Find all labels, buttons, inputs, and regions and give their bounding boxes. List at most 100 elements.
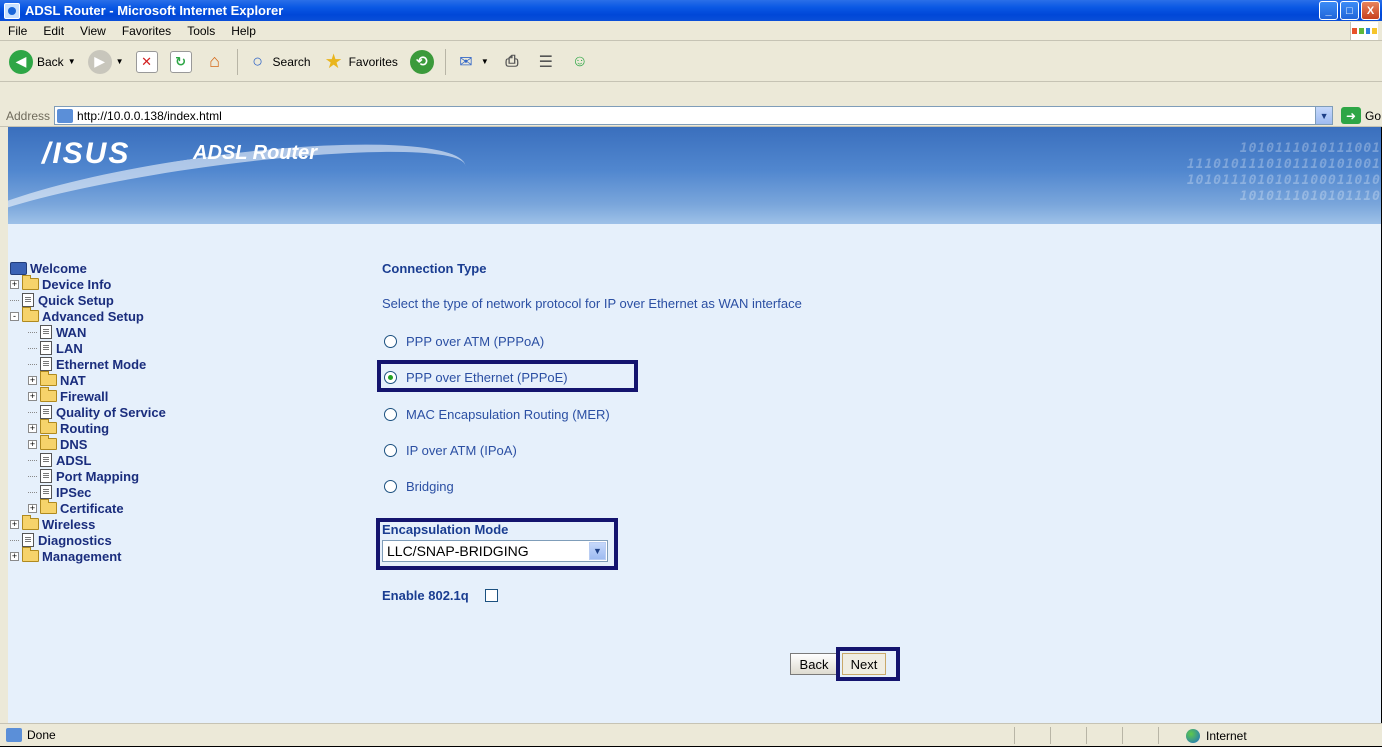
sidebar-item-ipsec[interactable]: IPSec — [8, 484, 348, 500]
menu-help[interactable]: Help — [223, 24, 264, 38]
go-button[interactable]: ➜ Go — [1341, 107, 1381, 124]
status-divider — [1158, 727, 1159, 744]
sidebar-item-label: Diagnostics — [38, 532, 112, 548]
history-icon: ⟲ — [409, 49, 434, 74]
sidebar-item-adsl[interactable]: ADSL — [8, 452, 348, 468]
tree-connector — [28, 363, 37, 365]
enable-8021q-checkbox[interactable] — [484, 589, 498, 602]
document-icon — [40, 469, 52, 483]
radio-pppoa[interactable] — [384, 335, 397, 348]
sidebar-item-wan[interactable]: WAN — [8, 324, 348, 340]
expand-icon[interactable]: + — [28, 423, 37, 433]
sidebar-item-label: Wireless — [42, 516, 96, 532]
radio-ipoa[interactable] — [384, 444, 397, 457]
sidebar-item-diagnostics[interactable]: Diagnostics — [8, 532, 348, 548]
menu-favorites[interactable]: Favorites — [114, 24, 179, 38]
expand-icon[interactable]: + — [28, 503, 37, 513]
sidebar-item-lan[interactable]: LAN — [8, 340, 348, 356]
favorites-button[interactable]: ★ Favorites — [320, 47, 401, 77]
edit-button[interactable]: ☰ — [532, 47, 560, 77]
collapse-icon[interactable]: - — [10, 311, 19, 321]
folder-icon — [22, 547, 39, 562]
window-title: ADSL Router - Microsoft Internet Explore… — [25, 3, 284, 18]
expand-icon[interactable]: + — [10, 519, 19, 529]
stop-button[interactable]: ✕ — [133, 47, 161, 77]
next-button[interactable]: Next — [842, 653, 886, 675]
expand-icon[interactable]: + — [28, 439, 37, 449]
history-button[interactable]: ⟲ — [407, 47, 437, 77]
radio-pppoe[interactable] — [384, 371, 397, 384]
forward-button[interactable]: ▶ ▼ — [85, 47, 127, 77]
search-button[interactable]: ○ Search — [244, 47, 314, 77]
sidebar-item-wireless[interactable]: + Wireless — [8, 515, 348, 532]
sidebar-item-certificate[interactable]: + Certificate — [8, 499, 348, 516]
back-form-button[interactable]: Back — [790, 653, 838, 675]
encapsulation-mode-select[interactable]: LLC/SNAP-BRIDGING ▼ — [382, 540, 608, 562]
expand-icon[interactable]: + — [28, 391, 37, 401]
minimize-button[interactable]: _ — [1319, 1, 1338, 20]
ie-page-icon — [4, 2, 20, 19]
menu-tools[interactable]: Tools — [179, 24, 223, 38]
radio-bridging[interactable] — [384, 480, 397, 493]
option-ipoa[interactable]: IP over ATM (IPoA) — [384, 443, 517, 458]
sidebar-item-ethernet-mode[interactable]: Ethernet Mode — [8, 356, 348, 372]
print-button[interactable]: ⎙ — [498, 47, 526, 77]
messenger-button[interactable]: ☺ — [566, 47, 594, 77]
encapsulation-mode-value: LLC/SNAP-BRIDGING — [387, 543, 529, 559]
status-bar: Done Internet — [0, 723, 1382, 746]
back-button[interactable]: ◀ Back ▼ — [6, 47, 79, 77]
sidebar-item-port-mapping[interactable]: Port Mapping — [8, 468, 348, 484]
mail-dropdown-icon[interactable]: ▼ — [481, 57, 489, 66]
sidebar-item-welcome[interactable]: Welcome — [8, 260, 348, 276]
sidebar-item-management[interactable]: + Management — [8, 547, 348, 564]
address-input[interactable]: http://10.0.0.138/index.html ▼ — [54, 106, 1334, 125]
folder-icon — [40, 387, 57, 402]
mail-button[interactable]: ✉ ▼ — [452, 47, 492, 77]
maximize-button[interactable]: □ — [1340, 1, 1359, 20]
title-bar: ADSL Router - Microsoft Internet Explore… — [0, 0, 1382, 21]
forward-dropdown-icon[interactable]: ▼ — [116, 57, 124, 66]
expand-icon[interactable]: + — [28, 375, 37, 385]
close-button[interactable]: X — [1361, 1, 1380, 20]
address-dropdown-icon[interactable]: ▼ — [1315, 107, 1333, 124]
folder-open-icon — [22, 307, 39, 322]
sidebar-item-quick-setup[interactable]: Quick Setup — [8, 292, 348, 308]
radio-mer[interactable] — [384, 408, 397, 421]
print-icon: ⎙ — [505, 52, 519, 70]
sidebar-item-advanced-setup[interactable]: - Advanced Setup — [8, 307, 348, 324]
sidebar-item-label: DNS — [60, 436, 88, 452]
sidebar-item-device-info[interactable]: + Device Info — [8, 275, 348, 292]
expand-icon[interactable]: + — [10, 279, 19, 289]
home-button[interactable]: ⌂ — [201, 47, 229, 77]
sidebar-item-label: Advanced Setup — [42, 308, 144, 324]
chevron-down-icon[interactable]: ▼ — [589, 542, 606, 560]
option-pppoa-label: PPP over ATM (PPPoA) — [406, 334, 545, 349]
sidebar-item-quality-of-service[interactable]: Quality of Service — [8, 404, 348, 420]
expand-icon[interactable]: + — [10, 551, 19, 561]
folder-icon — [22, 515, 39, 530]
option-bridging[interactable]: Bridging — [384, 479, 454, 494]
option-mer[interactable]: MAC Encapsulation Routing (MER) — [384, 407, 610, 422]
refresh-button[interactable]: ↻ — [167, 47, 195, 77]
banner-product-name: ADSL Router — [193, 142, 318, 164]
option-mer-label: MAC Encapsulation Routing (MER) — [406, 407, 610, 422]
zone-label: Internet — [1206, 728, 1247, 743]
sidebar-item-firewall[interactable]: + Firewall — [8, 387, 348, 404]
sidebar-item-label: Quality of Service — [56, 404, 166, 420]
binary-pattern: 1010111010101100011010 — [1186, 173, 1381, 188]
tree-connector — [28, 411, 37, 413]
sidebar-item-routing[interactable]: + Routing — [8, 419, 348, 436]
menu-view[interactable]: View — [72, 24, 114, 38]
sidebar-item-dns[interactable]: + DNS — [8, 435, 348, 452]
sidebar-item-label: WAN — [56, 324, 87, 340]
menu-file[interactable]: File — [0, 24, 35, 38]
menu-edit[interactable]: Edit — [35, 24, 72, 38]
window-controls: _ □ X — [1319, 1, 1380, 20]
page-description: Select the type of network protocol for … — [382, 296, 802, 311]
page-status-icon — [6, 728, 22, 742]
stop-icon: ✕ — [135, 50, 158, 73]
sidebar-item-nat[interactable]: + NAT — [8, 371, 348, 388]
option-pppoe[interactable]: PPP over Ethernet (PPPoE) — [384, 370, 568, 385]
back-dropdown-icon[interactable]: ▼ — [68, 57, 76, 66]
option-pppoa[interactable]: PPP over ATM (PPPoA) — [384, 334, 544, 349]
